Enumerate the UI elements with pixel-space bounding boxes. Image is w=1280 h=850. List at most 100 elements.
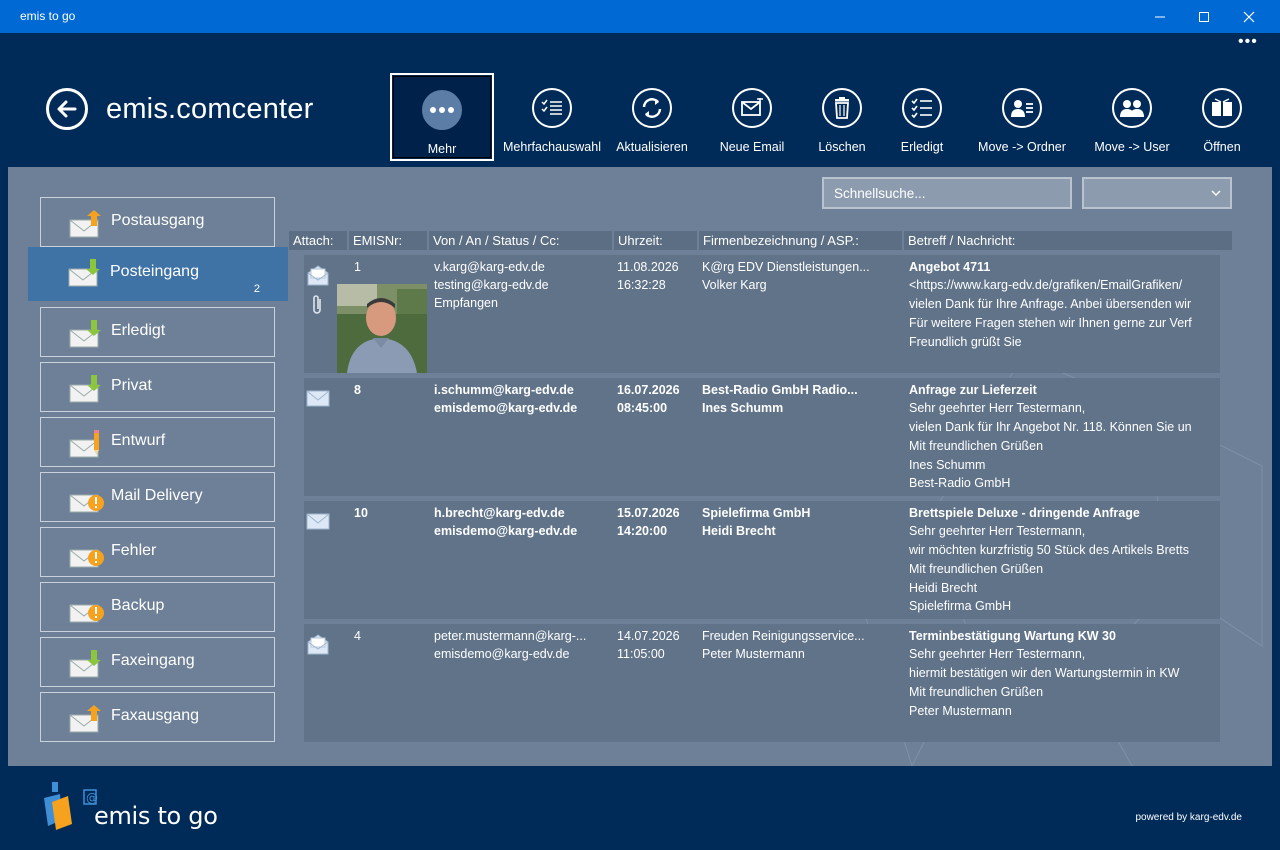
app-frame: ••• emis.comcenter Mehr Mehrfachauswahl … [8, 33, 1272, 843]
open-icon [1202, 88, 1242, 128]
title-bar: emis to go [0, 0, 1280, 33]
column-header-emisnr[interactable]: EMISNr: [349, 231, 427, 250]
toolbar-refresh-button[interactable]: Aktualisieren [612, 73, 692, 161]
email-body-line: hiermit bestätigen wir den Wartungstermi… [909, 666, 1180, 680]
email-time: 11:05:00 [617, 647, 665, 661]
email-time: 08:45:00 [617, 401, 668, 415]
email-subject: Terminbestätigung Wartung KW 30 [909, 629, 1116, 643]
folder-name: Fehler [111, 542, 157, 559]
email-body-line: Heidi Brecht [909, 581, 978, 595]
toolbar-label: Mehrfachauswahl [503, 140, 601, 154]
warning-mail-icon [69, 604, 104, 623]
email-body-line: Mit freundlichen Grüßen [909, 685, 1044, 699]
email-date: 14.07.2026 [617, 629, 680, 643]
brand-name: emis to go [94, 802, 218, 830]
folder-faxausgang[interactable]: Faxausgang [40, 692, 275, 742]
email-time: 16:32:28 [617, 278, 666, 292]
toolbar-label: Aktualisieren [616, 140, 688, 154]
folder-faxeingang[interactable]: Faxeingang [40, 637, 275, 687]
toolbar-label: Löschen [818, 140, 866, 154]
brand-logo: @ [44, 782, 98, 830]
toolbar-label: Move -> Ordner [978, 140, 1066, 154]
minimize-icon [1155, 16, 1165, 17]
close-button[interactable] [1226, 0, 1272, 33]
header: ••• emis.comcenter Mehr Mehrfachauswahl … [8, 33, 1272, 167]
email-to: emisdemo@karg-edv.de [434, 647, 570, 661]
envelope-open-icon [307, 265, 329, 286]
email-body-line: Freundlich grüßt Sie [909, 335, 1022, 349]
folder-erledigt[interactable]: Erledigt [40, 307, 275, 357]
toolbar-done-button[interactable]: Erledigt [894, 73, 950, 161]
email-nr: 1 [354, 260, 361, 274]
email-status: Empfangen [434, 296, 498, 310]
email-to: emisdemo@karg-edv.de [434, 401, 578, 415]
more-options-button[interactable]: ••• [1238, 33, 1258, 51]
folder-name: Backup [111, 597, 165, 614]
column-header-from[interactable]: Von / An / Status / Cc: [429, 231, 612, 250]
toolbar-label: Öffnen [1203, 140, 1241, 154]
folder-fehler[interactable]: Fehler [40, 527, 275, 577]
folder-privat[interactable]: Privat [40, 362, 275, 412]
email-body-line: vielen Dank für Ihre Anfrage. Anbei über… [909, 297, 1192, 311]
sender-photo [337, 284, 427, 373]
footer: @ emis to go powered by karg-edv.de [8, 766, 1272, 843]
folder-backup[interactable]: Backup [40, 582, 275, 632]
toolbar-open-button[interactable]: Öffnen [1194, 73, 1250, 161]
toolbar-multiselect-button[interactable]: Mehrfachauswahl [503, 73, 601, 161]
folder-mail-delivery[interactable]: Mail Delivery [40, 472, 275, 522]
toolbar-label: Erledigt [900, 140, 944, 154]
email-contact: Ines Schumm [702, 401, 784, 415]
minimize-button[interactable] [1137, 0, 1183, 33]
checklist-icon [902, 88, 942, 128]
email-contact: Volker Karg [702, 278, 767, 292]
search-placeholder: Schnellsuche... [834, 186, 926, 201]
email-from: peter.mustermann@karg-... [434, 629, 587, 643]
search-input[interactable]: Schnellsuche... [822, 177, 1072, 209]
toolbar-delete-button[interactable]: Löschen [814, 73, 870, 161]
inbox-icon [68, 259, 100, 287]
outbox-icon [69, 705, 101, 733]
email-row[interactable]: 4 peter.mustermann@karg-... emisdemo@kar… [304, 624, 1220, 742]
column-header-attach[interactable]: Attach: [289, 231, 347, 250]
app-title: emis.comcenter [106, 93, 314, 125]
maximize-button[interactable] [1181, 0, 1227, 33]
email-from: i.schumm@karg-edv.de [434, 383, 574, 397]
draft-icon [69, 430, 99, 458]
email-subject: Angebot 4711 [909, 260, 991, 274]
paperclip-icon [313, 295, 321, 314]
folder-name: Privat [111, 377, 152, 394]
folder-postausgang[interactable]: Postausgang [40, 197, 275, 247]
email-row[interactable]: 1 v.karg@karg-edv.de testing@karg-edv.de… [304, 255, 1220, 373]
toolbar-move-user-button[interactable]: Move -> User [1092, 73, 1172, 161]
folder-entwurf[interactable]: Entwurf [40, 417, 275, 467]
unread-count: 2 [253, 283, 260, 295]
column-header-time[interactable]: Uhrzeit: [614, 231, 697, 250]
email-body-line: Peter Mustermann [909, 704, 1012, 718]
email-body-line: Spielefirma GmbH [909, 599, 1012, 613]
email-row[interactable]: 10 h.brecht@karg-edv.de emisdemo@karg-ed… [304, 501, 1220, 619]
email-body-line: wir möchten kurzfristig 50 Stück des Art… [909, 543, 1189, 557]
folder-posteingang[interactable]: Posteingang 2 [28, 247, 288, 301]
toolbar-label: Move -> User [1094, 140, 1170, 154]
outbox-icon [69, 210, 101, 238]
envelope-open-icon [307, 634, 329, 655]
email-company: Freuden Reinigungsservice... [702, 629, 865, 643]
email-row[interactable]: 8 i.schumm@karg-edv.de emisdemo@karg-edv… [304, 378, 1220, 496]
column-header-company[interactable]: Firmenbezeichnung / ASP.: [699, 231, 902, 250]
email-body-line: Ines Schumm [909, 458, 986, 472]
column-header-subject[interactable]: Betreff / Nachricht: [904, 231, 1232, 250]
toolbar-new-email-button[interactable]: Neue Email [714, 73, 790, 161]
back-button[interactable] [46, 88, 88, 130]
toolbar-move-folder-button[interactable]: Move -> Ordner [974, 73, 1070, 161]
email-company: Spielefirma GmbH [702, 506, 811, 520]
email-company: Best-Radio GmbH Radio... [702, 383, 858, 397]
email-body-line: vielen Dank für Ihr Angebot Nr. 118. Kön… [909, 420, 1192, 434]
warning-mail-icon [69, 549, 104, 568]
trash-icon [822, 88, 862, 128]
filter-dropdown[interactable] [1082, 177, 1232, 209]
email-body-line: Sehr geehrter Herr Testermann, [909, 401, 1086, 415]
email-subject: Brettspiele Deluxe - dringende Anfrage [909, 506, 1140, 520]
toolbar-more-button[interactable]: Mehr [390, 73, 494, 161]
email-subject: Anfrage zur Lieferzeit [909, 383, 1037, 397]
folder-name: Entwurf [111, 432, 166, 449]
